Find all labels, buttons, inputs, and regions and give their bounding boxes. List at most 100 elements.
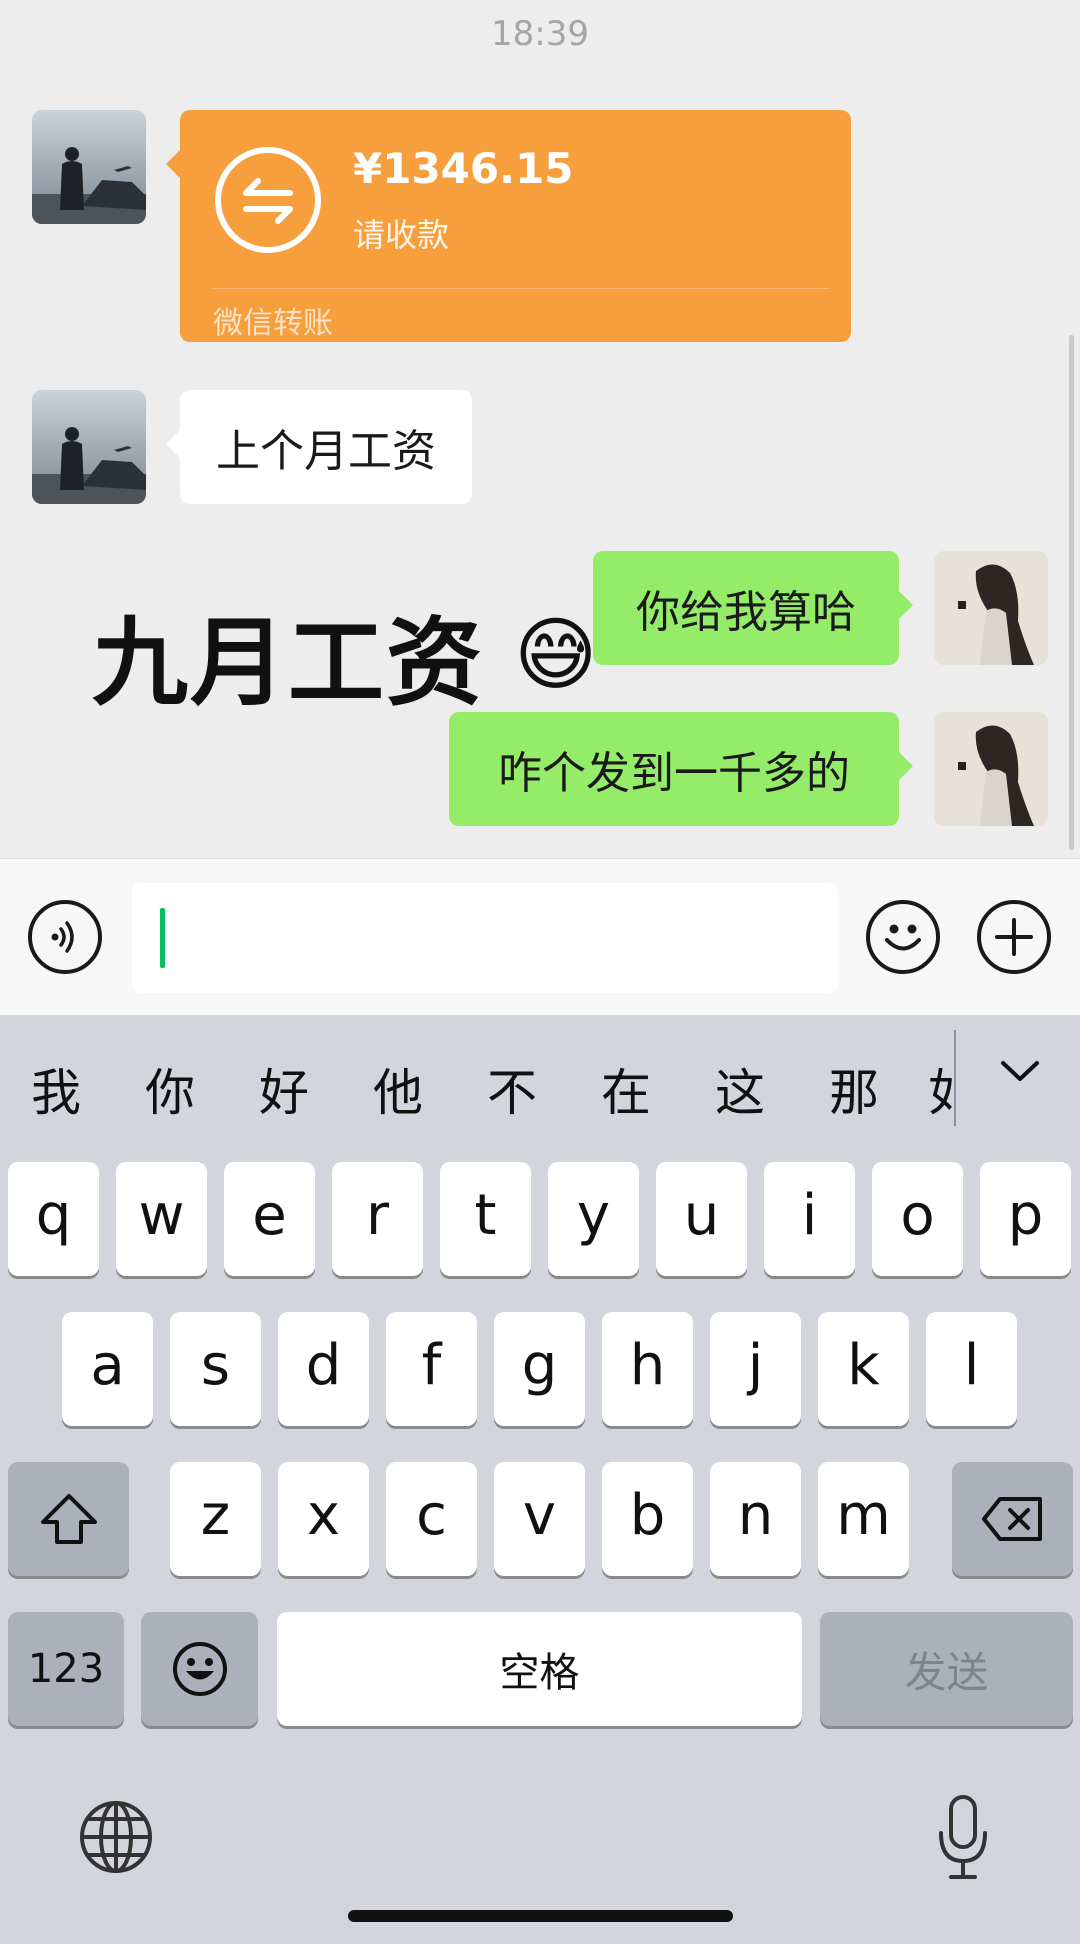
transfer-card[interactable]: ¥1346.15 请收款 微信转账 xyxy=(166,110,851,342)
key-n[interactable]: n xyxy=(710,1462,801,1576)
key-i[interactable]: i xyxy=(764,1162,855,1276)
candidate-word[interactable]: 你 xyxy=(130,1053,210,1125)
key-x[interactable]: x xyxy=(278,1462,369,1576)
transfer-status: 请收款 xyxy=(353,216,450,254)
key-c[interactable]: c xyxy=(386,1462,477,1576)
candidate-word[interactable]: 在 xyxy=(586,1053,666,1125)
candidate-word[interactable]: 他 xyxy=(358,1053,438,1125)
overlay-caption: 九月工资 😅 xyxy=(92,585,599,724)
numbers-key[interactable]: 123 xyxy=(8,1612,124,1726)
key-label: c xyxy=(416,1482,447,1548)
mic-icon[interactable] xyxy=(935,1793,991,1881)
key-label: f xyxy=(421,1332,442,1398)
candidate-word[interactable]: 这 xyxy=(700,1053,780,1125)
key-label: k xyxy=(847,1332,880,1398)
message-bubble[interactable]: 咋个发到一千多的 xyxy=(449,712,913,826)
key-label: n xyxy=(737,1482,774,1548)
delete-key[interactable] xyxy=(952,1462,1073,1576)
transfer-divider xyxy=(213,288,829,289)
message-text: 你给我算哈 xyxy=(636,587,856,638)
key-r[interactable]: r xyxy=(332,1162,423,1276)
chat-scrollbar[interactable] xyxy=(1069,335,1074,850)
key-j[interactable]: j xyxy=(710,1312,801,1426)
contact-avatar[interactable] xyxy=(32,110,146,224)
chevron-down-icon[interactable] xyxy=(995,1047,1045,1097)
space-key[interactable]: 空格 xyxy=(277,1612,802,1726)
key-label: r xyxy=(365,1182,390,1248)
key-label: 123 xyxy=(27,1646,105,1692)
key-g[interactable]: g xyxy=(494,1312,585,1426)
key-label: q xyxy=(35,1182,72,1248)
key-v[interactable]: v xyxy=(494,1462,585,1576)
key-label: t xyxy=(474,1182,497,1248)
transfer-source: 微信转账 xyxy=(213,306,333,341)
candidate-divider xyxy=(954,1030,956,1126)
key-label: m xyxy=(836,1482,891,1548)
key-w[interactable]: w xyxy=(116,1162,207,1276)
key-l[interactable]: l xyxy=(926,1312,1017,1426)
emoji-icon xyxy=(885,924,921,951)
more-button[interactable] xyxy=(977,900,1051,974)
candidate-word[interactable]: 好 xyxy=(244,1053,324,1125)
key-b[interactable]: b xyxy=(602,1462,693,1576)
transfer-amount: ¥1346.15 xyxy=(353,144,574,193)
key-u[interactable]: u xyxy=(656,1162,747,1276)
key-label: x xyxy=(306,1482,341,1548)
my-avatar[interactable] xyxy=(934,712,1048,826)
my-avatar[interactable] xyxy=(934,551,1048,665)
candidate-word[interactable]: 那 xyxy=(814,1053,894,1125)
key-label: o xyxy=(900,1182,935,1248)
message-input[interactable] xyxy=(132,883,838,993)
send-key[interactable]: 发送 xyxy=(820,1612,1073,1726)
key-y[interactable]: y xyxy=(548,1162,639,1276)
key-z[interactable]: z xyxy=(170,1462,261,1576)
transfer-icon xyxy=(215,147,321,253)
key-k[interactable]: k xyxy=(818,1312,909,1426)
key-label: b xyxy=(629,1482,666,1548)
emoji-key-icon xyxy=(172,1642,227,1696)
key-s[interactable]: s xyxy=(170,1312,261,1426)
keyboard: 我 你 好 他 不 在 这 那 如 q w e r t y u i o p a … xyxy=(0,1015,1080,1944)
key-a[interactable]: a xyxy=(62,1312,153,1426)
key-label: g xyxy=(521,1332,558,1398)
key-label: w xyxy=(138,1182,185,1248)
message-bubble[interactable]: 你给我算哈 xyxy=(593,551,913,665)
message-bubble[interactable]: 上个月工资 xyxy=(166,390,472,504)
key-d[interactable]: d xyxy=(278,1312,369,1426)
message-text: 咋个发到一千多的 xyxy=(498,748,850,799)
key-p[interactable]: p xyxy=(980,1162,1071,1276)
text-caret xyxy=(160,908,165,968)
key-f[interactable]: f xyxy=(386,1312,477,1426)
key-label: a xyxy=(90,1332,125,1398)
emoji-button[interactable] xyxy=(866,900,940,974)
message-text: 上个月工资 xyxy=(216,426,436,477)
key-label: h xyxy=(629,1332,666,1398)
key-label: u xyxy=(683,1182,720,1248)
globe-icon[interactable] xyxy=(78,1799,154,1875)
key-label: l xyxy=(963,1332,980,1398)
voice-button[interactable] xyxy=(28,900,102,974)
timestamp: 18:39 xyxy=(491,14,589,54)
caption-text: 九月工资 xyxy=(92,607,484,719)
key-label: s xyxy=(200,1332,231,1398)
candidate-word[interactable]: 如 xyxy=(928,1053,954,1125)
candidate-word[interactable]: 我 xyxy=(16,1053,96,1125)
key-o[interactable]: o xyxy=(872,1162,963,1276)
contact-avatar[interactable] xyxy=(32,390,146,504)
emoji-key[interactable] xyxy=(141,1612,258,1726)
key-e[interactable]: e xyxy=(224,1162,315,1276)
key-label: 发送 xyxy=(904,1647,989,1697)
delete-icon xyxy=(981,1497,1042,1541)
chat-area: 18:39 ¥1346.15 请收款 微信转账 上个月工资 九月工资 😅 你给我… xyxy=(0,0,1080,858)
key-label: i xyxy=(801,1182,818,1248)
key-m[interactable]: m xyxy=(818,1462,909,1576)
voice-icon xyxy=(51,921,74,953)
candidate-word[interactable]: 不 xyxy=(472,1053,552,1125)
key-q[interactable]: q xyxy=(8,1162,99,1276)
key-label: 空格 xyxy=(499,1650,580,1696)
key-h[interactable]: h xyxy=(602,1312,693,1426)
shift-key[interactable] xyxy=(8,1462,129,1576)
home-indicator[interactable] xyxy=(348,1910,733,1922)
input-bar xyxy=(0,858,1080,1015)
key-t[interactable]: t xyxy=(440,1162,531,1276)
